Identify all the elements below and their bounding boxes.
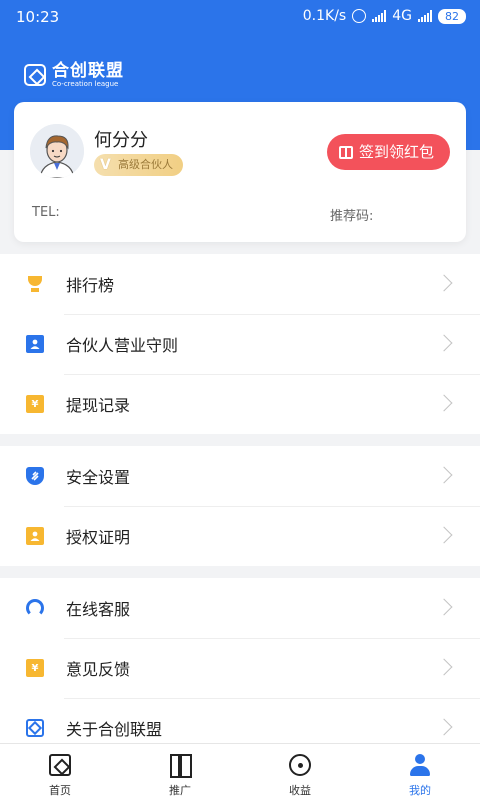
avatar[interactable] bbox=[30, 124, 84, 178]
certificate-icon bbox=[26, 527, 44, 545]
menu-item-label: 关于合创联盟 bbox=[66, 720, 163, 739]
alarm-icon bbox=[352, 9, 367, 23]
brand-logo-icon bbox=[26, 719, 44, 737]
feedback-icon: ¥ bbox=[26, 659, 44, 677]
chevron-right-icon bbox=[435, 526, 453, 544]
status-indicators: 0.1K/s 4G 82 bbox=[303, 8, 466, 24]
menu-item-security[interactable]: 安全设置 bbox=[0, 446, 480, 506]
profile-card: 何分分 V 高级合伙人 签到领红包 TEL: 推荐码: bbox=[14, 102, 466, 242]
level-badge: V 高级合伙人 bbox=[94, 154, 183, 176]
home-icon bbox=[49, 754, 71, 776]
menu-group-3: 在线客服 ¥ 意见反馈 关于合创联盟 bbox=[0, 578, 480, 758]
chevron-right-icon bbox=[435, 598, 453, 616]
level-v-icon: V bbox=[100, 157, 111, 173]
earnings-icon bbox=[289, 754, 311, 776]
level-label: 高级合伙人 bbox=[118, 158, 173, 171]
tab-home[interactable]: 首页 bbox=[0, 744, 120, 800]
menu-item-label: 排行榜 bbox=[66, 276, 115, 295]
avatar-image bbox=[30, 124, 84, 178]
menu-item-label: 授权证明 bbox=[66, 528, 131, 547]
yuan-icon: ¥ bbox=[26, 395, 44, 413]
menu-item-authorization[interactable]: 授权证明 bbox=[0, 506, 480, 566]
tab-promotion[interactable]: 推广 bbox=[120, 744, 240, 800]
shield-icon bbox=[26, 467, 44, 485]
menu-item-withdrawal-records[interactable]: ¥ 提现记录 bbox=[0, 374, 480, 434]
menu-group-1: 排行榜 合伙人营业守则 ¥ 提现记录 bbox=[0, 254, 480, 434]
status-time: 10:23 bbox=[16, 8, 60, 26]
tab-label: 推广 bbox=[169, 784, 191, 797]
checkin-label: 签到领红包 bbox=[358, 143, 434, 161]
network-speed: 0.1K/s bbox=[302, 8, 347, 24]
me-icon bbox=[409, 754, 431, 776]
headset-icon bbox=[26, 599, 44, 617]
tab-me[interactable]: 我的 bbox=[360, 744, 480, 800]
menu-item-label: 安全设置 bbox=[66, 468, 131, 487]
status-bar: 10:23 0.1K/s 4G 82 bbox=[0, 0, 480, 34]
signal-icon bbox=[372, 10, 387, 22]
chevron-right-icon bbox=[435, 658, 453, 676]
tab-label: 我的 bbox=[409, 784, 431, 797]
battery-indicator: 82 bbox=[438, 8, 466, 24]
network-type: 4G bbox=[392, 8, 412, 24]
menu-item-label: 合伙人营业守则 bbox=[66, 336, 179, 355]
tab-label: 收益 bbox=[289, 784, 311, 797]
menu-item-feedback[interactable]: ¥ 意见反馈 bbox=[0, 638, 480, 698]
brand-logo-icon bbox=[24, 64, 46, 86]
bottom-tab-bar: 首页 推广 收益 我的 bbox=[0, 743, 480, 800]
brand-subtitle: Co-creation league bbox=[52, 80, 119, 88]
menu-item-customer-service[interactable]: 在线客服 bbox=[0, 578, 480, 638]
person-card-icon bbox=[26, 335, 44, 353]
chevron-right-icon bbox=[435, 394, 453, 412]
tab-label: 首页 bbox=[49, 784, 71, 797]
menu-item-ranking[interactable]: 排行榜 bbox=[0, 254, 480, 314]
tab-earnings[interactable]: 收益 bbox=[240, 744, 360, 800]
menu-item-partner-rules[interactable]: 合伙人营业守则 bbox=[0, 314, 480, 374]
user-name: 何分分 bbox=[94, 130, 148, 151]
promotion-icon bbox=[169, 754, 192, 778]
tel-label: TEL: bbox=[32, 205, 60, 220]
menu-group-2: 安全设置 授权证明 bbox=[0, 446, 480, 566]
referral-code-label: 推荐码: bbox=[330, 209, 374, 224]
trophy-icon bbox=[26, 275, 44, 293]
menu-item-label: 在线客服 bbox=[66, 600, 131, 619]
brand-logo: 合创联盟 Co-creation league bbox=[24, 62, 124, 88]
chevron-right-icon bbox=[435, 466, 453, 484]
chevron-right-icon bbox=[435, 718, 453, 736]
menu-item-label: 意见反馈 bbox=[66, 660, 131, 679]
brand-name: 合创联盟 bbox=[52, 61, 124, 81]
signal-icon-2 bbox=[418, 10, 432, 22]
chevron-right-icon bbox=[435, 334, 453, 352]
checkin-button[interactable]: 签到领红包 bbox=[326, 134, 450, 170]
menu-item-label: 提现记录 bbox=[66, 396, 131, 415]
red-packet-icon bbox=[338, 145, 353, 159]
chevron-right-icon bbox=[435, 274, 453, 292]
